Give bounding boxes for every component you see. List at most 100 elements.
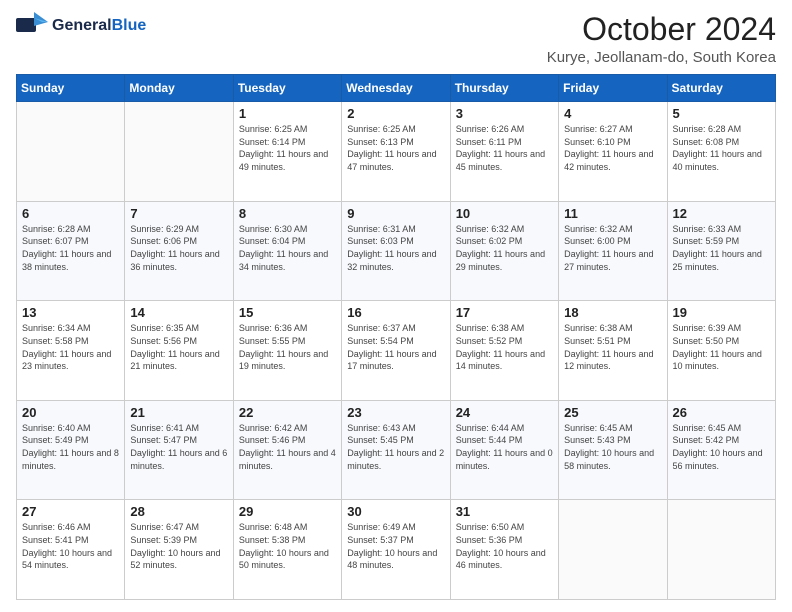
cell-info: Sunrise: 6:38 AMSunset: 5:52 PMDaylight:… xyxy=(456,322,553,372)
calendar-cell: 22 Sunrise: 6:42 AMSunset: 5:46 PMDayligh… xyxy=(233,400,341,500)
location: Kurye, Jeollanam-do, South Korea xyxy=(547,49,776,66)
week-row-3: 13Sunrise: 6:34 AMSunset: 5:58 PMDayligh… xyxy=(17,301,776,401)
calendar-cell: 15 Sunrise: 6:36 AMSunset: 5:55 PMDayligh… xyxy=(233,301,341,401)
logo-general: General xyxy=(52,17,112,34)
title-section: October 2024 Kurye, Jeollanam-do, South … xyxy=(547,12,776,66)
calendar-cell: 21Sunrise: 6:41 AMSunset: 5:47 PMDayligh… xyxy=(125,400,233,500)
day-number: 6 xyxy=(22,206,119,221)
day-header-wednesday: Wednesday xyxy=(342,75,450,102)
cell-info: Sunrise: 6:45 AMSunset: 5:43 PMDaylight:… xyxy=(564,422,661,472)
day-number: 30 xyxy=(347,504,444,519)
day-number: 12 xyxy=(673,206,770,221)
logo-blue: Blue xyxy=(112,17,147,34)
cell-info: Sunrise: 6:47 AMSunset: 5:39 PMDaylight:… xyxy=(130,521,227,571)
calendar-cell: 10Sunrise: 6:32 AMSunset: 6:02 PMDayligh… xyxy=(450,201,558,301)
calendar-cell: 12Sunrise: 6:33 AMSunset: 5:59 PMDayligh… xyxy=(667,201,775,301)
cell-info: Sunrise: 6:46 AMSunset: 5:41 PMDaylight:… xyxy=(22,521,119,571)
day-number: 26 xyxy=(673,405,770,420)
calendar-cell: 27 Sunrise: 6:46 AMSunset: 5:41 PMDayligh… xyxy=(17,500,125,600)
day-header-monday: Monday xyxy=(125,75,233,102)
cell-info: Sunrise: 6:35 AMSunset: 5:56 PMDaylight:… xyxy=(130,322,227,372)
week-row-5: 27 Sunrise: 6:46 AMSunset: 5:41 PMDayligh… xyxy=(17,500,776,600)
calendar-cell: 5 Sunrise: 6:28 AMSunset: 6:08 PMDaylight… xyxy=(667,102,775,202)
cell-info: Sunrise: 6:42 AMSunset: 5:46 PMDaylight:… xyxy=(239,422,336,472)
week-row-2: 6 Sunrise: 6:28 AMSunset: 6:07 PMDaylight… xyxy=(17,201,776,301)
day-number: 29 xyxy=(239,504,336,519)
calendar-cell: 2Sunrise: 6:25 AMSunset: 6:13 PMDaylight… xyxy=(342,102,450,202)
cell-info: Sunrise: 6:30 AMSunset: 6:04 PMDaylight:… xyxy=(239,223,336,273)
calendar-cell: 4Sunrise: 6:27 AMSunset: 6:10 PMDaylight… xyxy=(559,102,667,202)
week-row-4: 20 Sunrise: 6:40 AMSunset: 5:49 PMDayligh… xyxy=(17,400,776,500)
calendar-cell: 17Sunrise: 6:38 AMSunset: 5:52 PMDayligh… xyxy=(450,301,558,401)
calendar-cell: 30 Sunrise: 6:49 AMSunset: 5:37 PMDayligh… xyxy=(342,500,450,600)
day-number: 7 xyxy=(130,206,227,221)
calendar-cell xyxy=(125,102,233,202)
calendar-cell: 3 Sunrise: 6:26 AMSunset: 6:11 PMDaylight… xyxy=(450,102,558,202)
cell-info: Sunrise: 6:49 AMSunset: 5:37 PMDaylight:… xyxy=(347,521,444,571)
month-title: October 2024 xyxy=(547,12,776,47)
cell-info: Sunrise: 6:39 AMSunset: 5:50 PMDaylight:… xyxy=(673,322,770,372)
calendar-header-row: SundayMondayTuesdayWednesdayThursdayFrid… xyxy=(17,75,776,102)
calendar-cell: 26 Sunrise: 6:45 AMSunset: 5:42 PMDayligh… xyxy=(667,400,775,500)
cell-info: Sunrise: 6:38 AMSunset: 5:51 PMDaylight:… xyxy=(564,322,661,372)
calendar-cell: 31 Sunrise: 6:50 AMSunset: 5:36 PMDayligh… xyxy=(450,500,558,600)
cell-info: Sunrise: 6:41 AMSunset: 5:47 PMDaylight:… xyxy=(130,422,227,472)
cell-info: Sunrise: 6:45 AMSunset: 5:42 PMDaylight:… xyxy=(673,422,770,472)
day-number: 31 xyxy=(456,504,553,519)
calendar-cell: 9 Sunrise: 6:31 AMSunset: 6:03 PMDaylight… xyxy=(342,201,450,301)
day-number: 23 xyxy=(347,405,444,420)
calendar-cell: 6 Sunrise: 6:28 AMSunset: 6:07 PMDaylight… xyxy=(17,201,125,301)
header: GeneralBlue October 2024 Kurye, Jeollana… xyxy=(16,12,776,66)
calendar-cell: 23 Sunrise: 6:43 AMSunset: 5:45 PMDayligh… xyxy=(342,400,450,500)
cell-info: Sunrise: 6:34 AMSunset: 5:58 PMDaylight:… xyxy=(22,322,119,372)
calendar-cell: 14 Sunrise: 6:35 AMSunset: 5:56 PMDayligh… xyxy=(125,301,233,401)
calendar-cell: 8Sunrise: 6:30 AMSunset: 6:04 PMDaylight… xyxy=(233,201,341,301)
page: GeneralBlue October 2024 Kurye, Jeollana… xyxy=(0,0,792,612)
calendar-cell: 24 Sunrise: 6:44 AMSunset: 5:44 PMDayligh… xyxy=(450,400,558,500)
day-number: 20 xyxy=(22,405,119,420)
day-number: 18 xyxy=(564,305,661,320)
day-number: 16 xyxy=(347,305,444,320)
day-number: 14 xyxy=(130,305,227,320)
day-number: 25 xyxy=(564,405,661,420)
cell-info: Sunrise: 6:43 AMSunset: 5:45 PMDaylight:… xyxy=(347,422,444,472)
calendar-cell: 7 Sunrise: 6:29 AMSunset: 6:06 PMDaylight… xyxy=(125,201,233,301)
day-header-saturday: Saturday xyxy=(667,75,775,102)
cell-info: Sunrise: 6:28 AMSunset: 6:07 PMDaylight:… xyxy=(22,223,119,273)
cell-info: Sunrise: 6:44 AMSunset: 5:44 PMDaylight:… xyxy=(456,422,553,472)
day-header-sunday: Sunday xyxy=(17,75,125,102)
day-number: 2 xyxy=(347,106,444,121)
day-number: 15 xyxy=(239,305,336,320)
day-number: 5 xyxy=(673,106,770,121)
calendar-cell: 29 Sunrise: 6:48 AMSunset: 5:38 PMDayligh… xyxy=(233,500,341,600)
cell-info: Sunrise: 6:32 AMSunset: 6:00 PMDaylight:… xyxy=(564,223,661,273)
day-number: 27 xyxy=(22,504,119,519)
day-header-friday: Friday xyxy=(559,75,667,102)
calendar-cell: 18 Sunrise: 6:38 AMSunset: 5:51 PMDayligh… xyxy=(559,301,667,401)
cell-info: Sunrise: 6:28 AMSunset: 6:08 PMDaylight:… xyxy=(673,123,770,173)
cell-info: Sunrise: 6:29 AMSunset: 6:06 PMDaylight:… xyxy=(130,223,227,273)
calendar-cell xyxy=(559,500,667,600)
day-number: 10 xyxy=(456,206,553,221)
calendar-cell: 16 Sunrise: 6:37 AMSunset: 5:54 PMDayligh… xyxy=(342,301,450,401)
day-number: 9 xyxy=(347,206,444,221)
day-number: 1 xyxy=(239,106,336,121)
cell-info: Sunrise: 6:50 AMSunset: 5:36 PMDaylight:… xyxy=(456,521,553,571)
cell-info: Sunrise: 6:40 AMSunset: 5:49 PMDaylight:… xyxy=(22,422,119,472)
cell-info: Sunrise: 6:48 AMSunset: 5:38 PMDaylight:… xyxy=(239,521,336,571)
day-header-tuesday: Tuesday xyxy=(233,75,341,102)
day-number: 4 xyxy=(564,106,661,121)
day-number: 24 xyxy=(456,405,553,420)
day-number: 22 xyxy=(239,405,336,420)
calendar-cell: 1Sunrise: 6:25 AMSunset: 6:14 PMDaylight… xyxy=(233,102,341,202)
day-number: 11 xyxy=(564,206,661,221)
cell-info: Sunrise: 6:37 AMSunset: 5:54 PMDaylight:… xyxy=(347,322,444,372)
day-number: 3 xyxy=(456,106,553,121)
cell-info: Sunrise: 6:31 AMSunset: 6:03 PMDaylight:… xyxy=(347,223,444,273)
cell-info: Sunrise: 6:36 AMSunset: 5:55 PMDaylight:… xyxy=(239,322,336,372)
logo-icon xyxy=(16,12,48,40)
cell-info: Sunrise: 6:26 AMSunset: 6:11 PMDaylight:… xyxy=(456,123,553,173)
calendar-cell: 19Sunrise: 6:39 AMSunset: 5:50 PMDayligh… xyxy=(667,301,775,401)
calendar-cell: 25 Sunrise: 6:45 AMSunset: 5:43 PMDayligh… xyxy=(559,400,667,500)
logo: GeneralBlue xyxy=(16,12,146,40)
